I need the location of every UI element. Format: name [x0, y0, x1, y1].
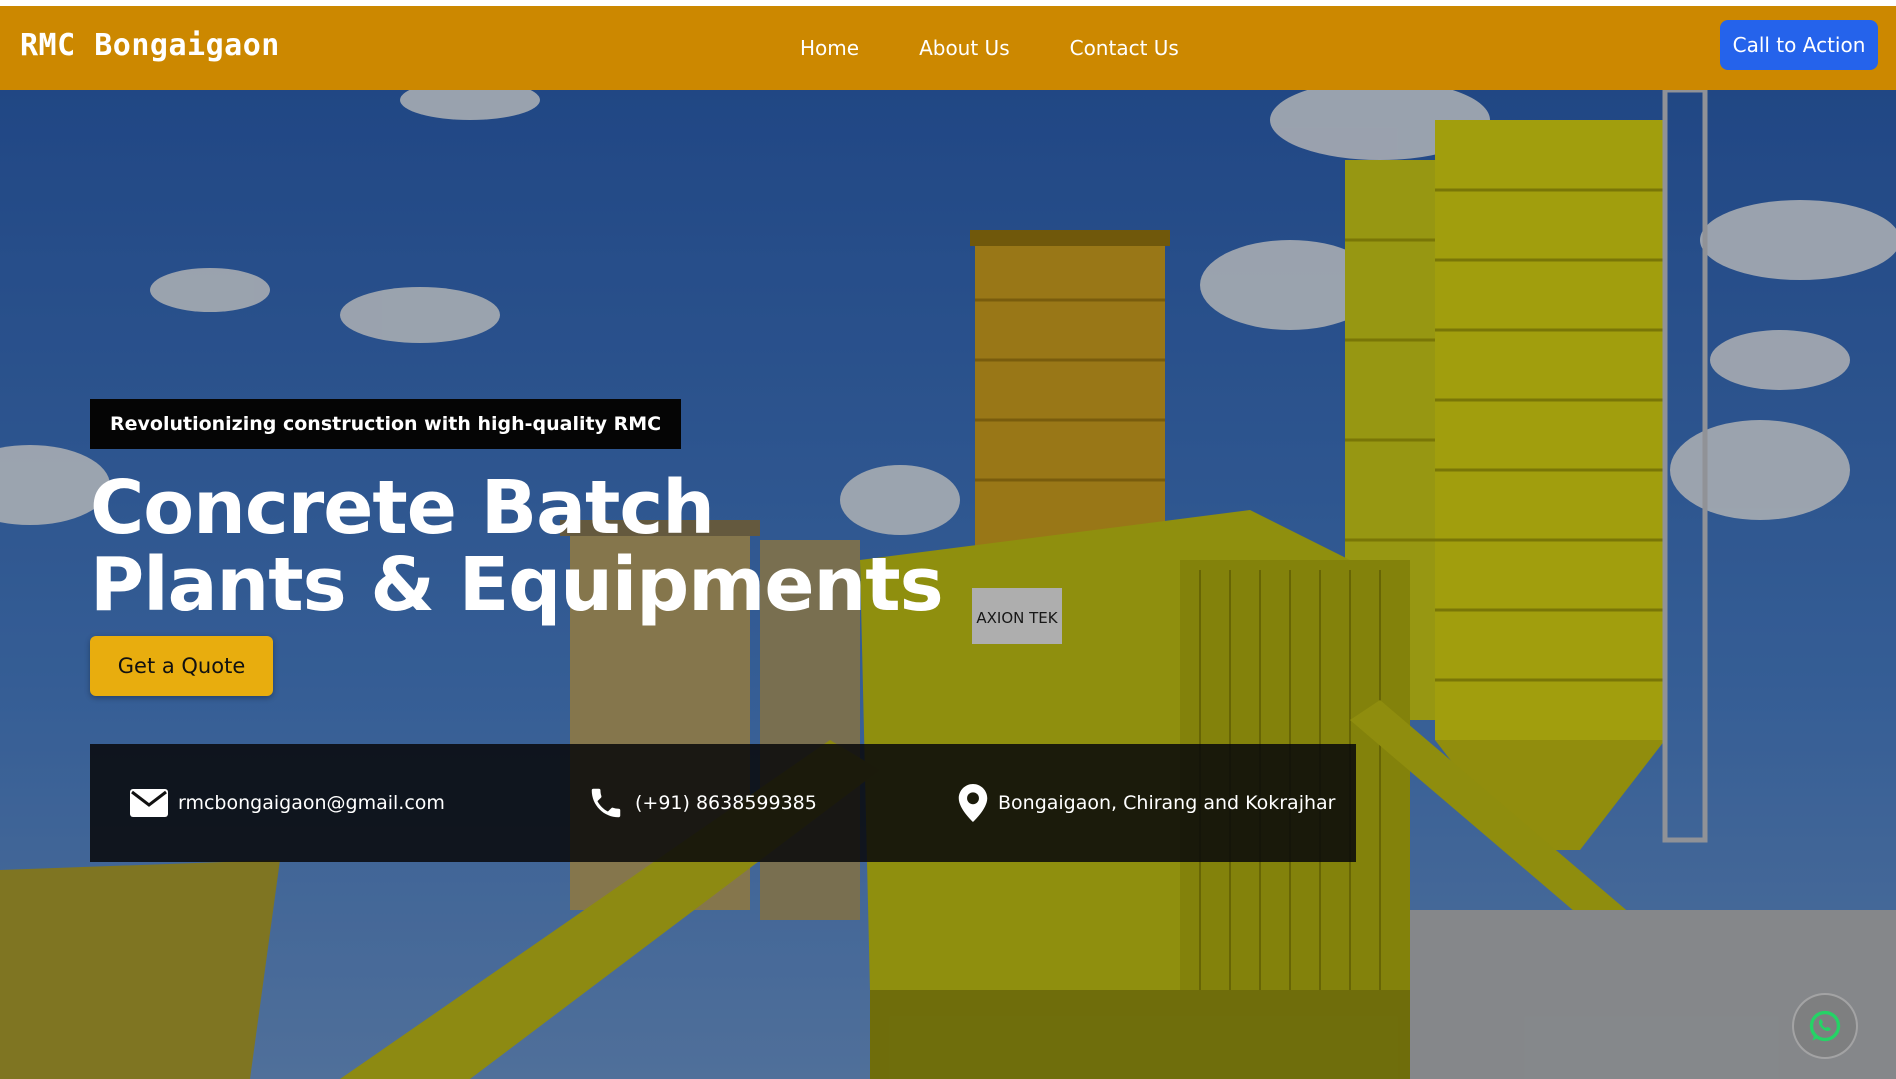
location-text: Bongaigaon, Chirang and Kokrajhar	[998, 792, 1336, 814]
phone-icon	[591, 788, 621, 818]
whatsapp-icon	[1809, 1010, 1841, 1042]
headline-line-1: Concrete Batch	[90, 465, 715, 551]
brand-logo[interactable]: RMC Bongaigaon	[20, 28, 280, 63]
nav-link-home[interactable]: Home	[800, 36, 859, 60]
nav-link-about[interactable]: About Us	[919, 36, 1010, 60]
nav-link-contact[interactable]: Contact Us	[1070, 36, 1179, 60]
contact-email[interactable]: rmcbongaigaon@gmail.com	[130, 744, 445, 862]
hero-tagline: Revolutionizing construction with high-q…	[90, 399, 682, 449]
map-pin-icon	[958, 784, 988, 822]
call-to-action-button[interactable]: Call to Action	[1720, 20, 1878, 70]
navbar: RMC Bongaigaon Home About Us Contact Us …	[0, 6, 1896, 90]
envelope-icon	[130, 789, 168, 817]
phone-text: (+91) 8638599385	[635, 792, 817, 814]
contact-phone[interactable]: (+91) 8638599385	[587, 744, 817, 862]
contact-info-bar: rmcbongaigaon@gmail.com (+91) 8638599385…	[90, 744, 1356, 862]
email-text: rmcbongaigaon@gmail.com	[178, 792, 445, 814]
headline-line-2: Plants & Equipments	[90, 542, 944, 628]
get-a-quote-button[interactable]: Get a Quote	[90, 636, 273, 696]
contact-location: Bongaigaon, Chirang and Kokrajhar	[958, 744, 1335, 862]
nav-links: Home About Us Contact Us	[800, 6, 1239, 90]
hero-headline: Concrete Batch Plants & Equipments	[90, 465, 944, 628]
whatsapp-floating-button[interactable]	[1792, 993, 1858, 1059]
hero-section: AXION TEK Revolutionizing construction w…	[0, 90, 1896, 1079]
